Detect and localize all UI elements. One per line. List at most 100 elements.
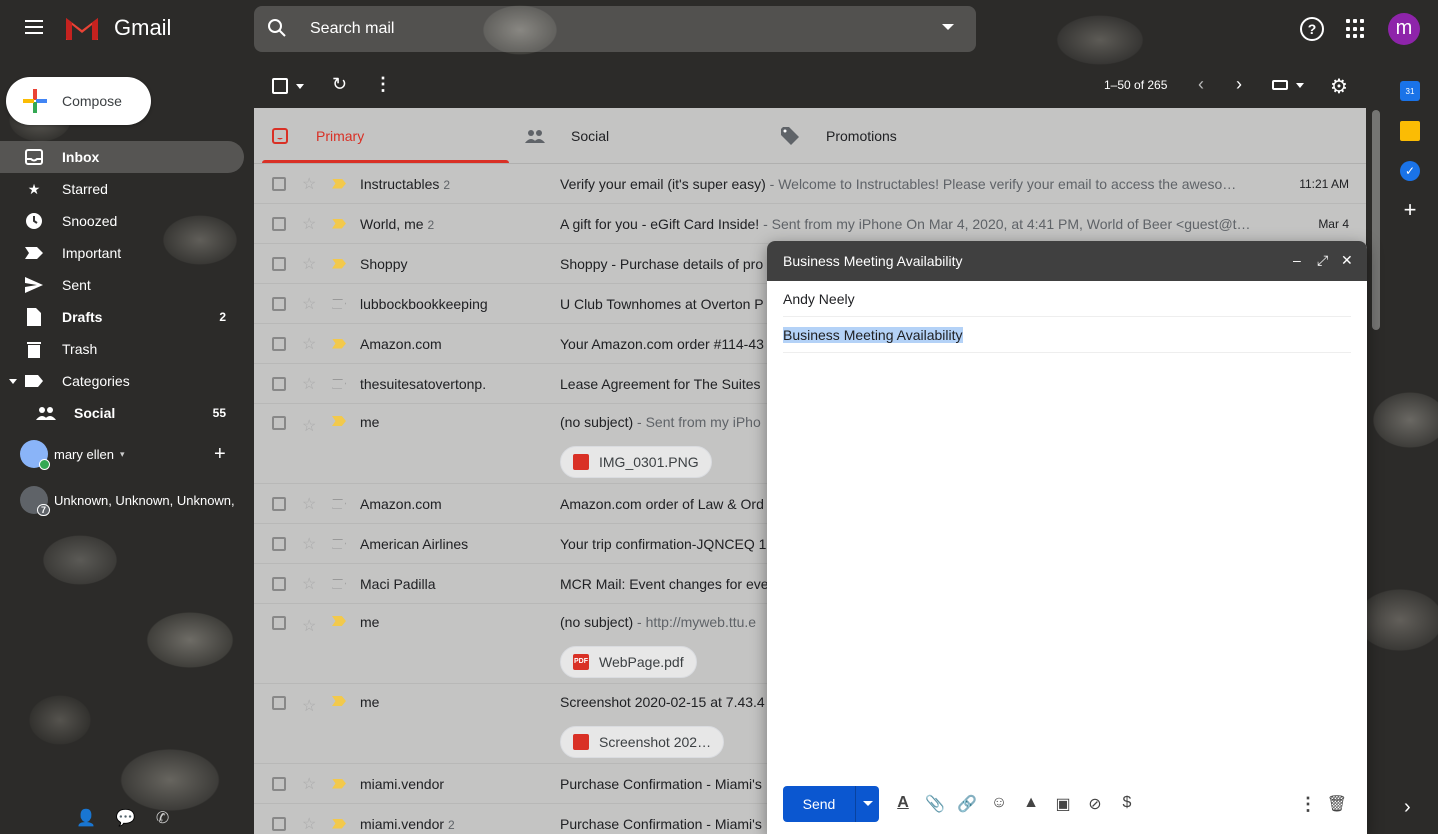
star-icon[interactable]: ☆ [302,814,320,834]
help-icon[interactable]: ? [1300,17,1324,41]
minimize-icon[interactable]: – [1293,252,1301,268]
next-page-icon[interactable]: › [1236,74,1242,95]
hangouts-group[interactable]: 7 Unknown, Unknown, Unknown, [20,486,235,514]
star-icon[interactable]: ☆ [302,294,320,314]
row-checkbox[interactable] [272,257,286,271]
emoji-icon[interactable]: ☺ [989,794,1009,814]
important-marker-icon[interactable] [332,696,346,706]
row-checkbox[interactable] [272,616,286,630]
sidebar-item-social[interactable]: Social 55 [0,397,244,429]
important-marker-icon[interactable] [332,259,346,269]
row-checkbox[interactable] [272,337,286,351]
row-checkbox[interactable] [272,297,286,311]
star-icon[interactable]: ☆ [302,416,320,436]
star-icon[interactable]: ☆ [302,616,320,636]
important-marker-icon[interactable] [332,579,346,589]
select-options-icon[interactable] [296,84,304,89]
sidebar-item-sent[interactable]: Sent [0,269,244,301]
tab-primary[interactable]: Primary [254,108,509,163]
sidebar-item-starred[interactable]: ★ Starred [0,173,244,205]
search-input[interactable] [310,20,910,38]
gmail-logo[interactable]: Gmail [64,14,171,42]
email-row[interactable]: ☆ Instructables2 Verify your email (it's… [254,164,1366,204]
recipients-field[interactable]: Andy Neely [783,281,1351,317]
message-body[interactable] [783,353,1351,753]
scrollbar[interactable] [1372,110,1380,330]
search-icon[interactable] [254,18,300,41]
subject-field[interactable]: Business Meeting Availability [783,317,1351,353]
more-options-icon[interactable]: ⋮ [1299,794,1317,815]
more-options-icon[interactable]: ⋮ [374,74,392,95]
important-marker-icon[interactable] [332,779,346,789]
row-checkbox[interactable] [272,497,286,511]
attach-icon[interactable]: 📎 [925,794,945,814]
account-avatar[interactable]: m [1388,13,1420,45]
drive-icon[interactable]: ▲ [1021,794,1041,814]
confidential-icon[interactable]: ⊘ [1085,794,1105,814]
important-marker-icon[interactable] [332,339,346,349]
expand-side-panel-icon[interactable]: › [1404,796,1411,819]
send-options-icon[interactable] [855,786,879,822]
link-icon[interactable]: 🔗 [957,794,977,814]
sidebar-item-categories[interactable]: Categories [0,365,244,397]
star-icon[interactable]: ☆ [302,574,320,594]
tasks-icon[interactable]: ✓ [1400,161,1420,181]
sidebar-item-drafts[interactable]: Drafts 2 [0,301,244,333]
star-icon[interactable]: ☆ [302,334,320,354]
close-icon[interactable]: ✕ [1341,252,1353,269]
important-marker-icon[interactable] [332,219,346,229]
search-bar[interactable] [254,6,976,52]
star-icon[interactable]: ☆ [302,696,320,716]
contacts-icon[interactable]: 👤 [76,808,96,828]
email-row[interactable]: ☆ World, me2 A gift for you - eGift Card… [254,204,1366,244]
row-checkbox[interactable] [272,577,286,591]
star-icon[interactable]: ☆ [302,534,320,554]
star-icon[interactable]: ☆ [302,174,320,194]
tab-promotions[interactable]: Promotions [764,108,1019,163]
compose-button[interactable]: Compose [6,77,151,125]
star-icon[interactable]: ☆ [302,374,320,394]
row-checkbox[interactable] [272,537,286,551]
row-checkbox[interactable] [272,817,286,831]
important-marker-icon[interactable] [332,416,346,426]
star-icon[interactable]: ☆ [302,774,320,794]
apps-grid-icon[interactable] [1346,19,1366,39]
sidebar-item-important[interactable]: Important [0,237,244,269]
important-marker-icon[interactable] [332,299,346,309]
previous-page-icon[interactable]: ‹ [1198,74,1204,95]
important-marker-icon[interactable] [332,179,346,189]
expand-caret-icon[interactable] [9,379,17,384]
discard-draft-icon[interactable]: 🗑 [1327,794,1347,814]
sidebar-item-inbox[interactable]: Inbox [0,141,244,173]
tab-social[interactable]: Social [509,108,764,163]
row-checkbox[interactable] [272,217,286,231]
important-marker-icon[interactable] [332,539,346,549]
star-icon[interactable]: ☆ [302,214,320,234]
compose-header[interactable]: Business Meeting Availability – ⤢ ✕ [767,241,1367,281]
important-marker-icon[interactable] [332,379,346,389]
gear-icon[interactable]: ⚙ [1330,74,1348,99]
input-tools-dropdown-icon[interactable] [1296,83,1304,88]
attachment-chip[interactable]: PDFWebPage.pdf [560,646,697,678]
row-checkbox[interactable] [272,377,286,391]
hangouts-user[interactable]: mary ellen ▾ + [20,439,254,469]
send-button[interactable]: Send [783,786,855,822]
sidebar-item-snoozed[interactable]: Snoozed [0,205,244,237]
add-chat-icon[interactable]: + [214,443,226,466]
keyboard-icon[interactable] [1272,80,1288,90]
text-format-icon[interactable]: A [893,794,913,814]
search-options-icon[interactable] [942,24,954,30]
important-marker-icon[interactable] [332,499,346,509]
fullscreen-icon[interactable]: ⤢ [1317,252,1328,269]
chevron-down-icon[interactable]: ▾ [120,449,125,460]
refresh-icon[interactable]: ↻ [332,74,347,95]
main-menu-button[interactable] [20,16,48,44]
attachment-chip[interactable]: IMG_0301.PNG [560,446,712,478]
keep-icon[interactable] [1400,121,1420,141]
attachment-chip[interactable]: Screenshot 202… [560,726,724,758]
sidebar-item-trash[interactable]: Trash [0,333,244,365]
phone-icon[interactable]: ✆ [156,808,169,828]
important-marker-icon[interactable] [332,819,346,829]
add-addon-icon[interactable]: + [1400,201,1420,221]
important-marker-icon[interactable] [332,616,346,626]
